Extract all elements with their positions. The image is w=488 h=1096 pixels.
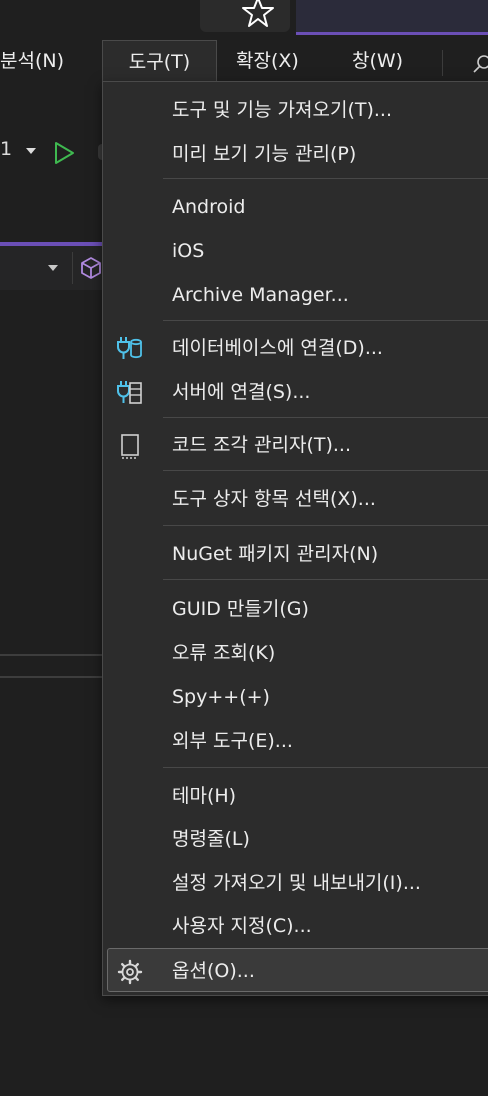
menu-item-code-snippets-manager[interactable]: 코드 조각 관리자(T)... <box>103 423 488 467</box>
menu-extensions[interactable]: 확장(X) <box>236 40 299 82</box>
menu-separator <box>163 320 488 321</box>
menu-item-label: 서버에 연결(S)... <box>172 381 311 403</box>
menu-bar: 분석(N) 도구(T) 확장(X) 창(W) <box>0 40 488 82</box>
menu-item-spy[interactable]: Spy++(+) <box>103 675 488 719</box>
tools-dropdown-menu: 도구 및 기능 가져오기(T)... 미리 보기 기능 관리(P) Androi… <box>102 81 488 996</box>
menu-item-label: 설정 가져오기 및 내보내기(I)... <box>172 872 421 894</box>
menu-analyze[interactable]: 분석(N) <box>0 40 64 82</box>
menu-item-connect-database[interactable]: 데이터베이스에 연결(D)... <box>103 326 488 370</box>
menu-item-label: 명령줄(L) <box>172 828 250 850</box>
menu-item-ios[interactable]: iOS <box>103 229 488 273</box>
menu-window[interactable]: 창(W) <box>352 40 403 82</box>
menu-item-label: 데이터베이스에 연결(D)... <box>172 337 383 359</box>
menu-item-command-line[interactable]: 명령줄(L) <box>103 817 488 861</box>
panel-divider <box>0 676 104 678</box>
menu-item-error-lookup[interactable]: 오류 조회(K) <box>103 631 488 675</box>
accent-line <box>296 32 488 35</box>
chevron-down-icon[interactable] <box>24 146 38 156</box>
menu-item-label: NuGet 패키지 관리자(N) <box>172 543 379 565</box>
menu-item-import-export-settings[interactable]: 설정 가져오기 및 내보내기(I)... <box>103 861 488 905</box>
menu-separator <box>163 525 488 526</box>
menu-separator <box>163 470 488 471</box>
menu-item-label: Spy++(+) <box>172 686 270 708</box>
menu-separator <box>163 417 488 418</box>
panel-divider <box>0 654 104 656</box>
menu-item-label: 도구 상자 항목 선택(X)... <box>172 488 376 510</box>
server-connect-icon <box>117 381 142 404</box>
editor-area[interactable] <box>0 290 104 650</box>
menu-separator <box>163 178 488 179</box>
menu-item-label: 코드 조각 관리자(T)... <box>172 434 351 456</box>
menu-item-label: 테마(H) <box>172 785 237 807</box>
menu-item-label: 미리 보기 기능 관리(P) <box>172 143 357 165</box>
menu-item-label: iOS <box>172 240 205 262</box>
menu-item-external-tools[interactable]: 외부 도구(E)... <box>103 719 488 763</box>
cube-icon <box>81 257 101 279</box>
chevron-down-icon[interactable] <box>46 263 60 273</box>
menu-item-get-tools-features[interactable]: 도구 및 기능 가져오기(T)... <box>103 88 488 132</box>
star-icon[interactable] <box>240 0 276 30</box>
gear-icon <box>117 959 143 985</box>
menu-item-label: 도구 및 기능 가져오기(T)... <box>172 99 392 121</box>
menu-item-label: 외부 도구(E)... <box>172 730 293 752</box>
menu-item-label: 옵션(O)... <box>172 960 255 982</box>
code-snippet-icon <box>121 434 139 459</box>
navigation-divider <box>72 252 73 284</box>
database-connect-icon <box>117 337 142 359</box>
menu-item-nuget-package-manager[interactable]: NuGet 패키지 관리자(N) <box>103 532 488 576</box>
menu-item-connect-server[interactable]: 서버에 연결(S)... <box>103 370 488 414</box>
menu-item-android[interactable]: Android <box>103 185 488 229</box>
menu-item-label: GUID 만들기(G) <box>172 598 309 620</box>
menu-item-label: Android <box>172 196 246 218</box>
menu-item-customize[interactable]: 사용자 지정(C)... <box>103 904 488 948</box>
menu-item-label: 오류 조회(K) <box>172 642 276 664</box>
menu-item-options[interactable]: 옵션(O)... <box>107 948 488 992</box>
menu-separator <box>163 579 488 580</box>
menu-item-manage-preview-features[interactable]: 미리 보기 기능 관리(P) <box>103 132 488 176</box>
menu-separator <box>163 767 488 768</box>
solution-config-value[interactable]: 1 <box>0 138 12 160</box>
menu-item-archive-manager[interactable]: Archive Manager... <box>103 273 488 317</box>
menu-item-choose-toolbox-items[interactable]: 도구 상자 항목 선택(X)... <box>103 477 488 521</box>
menubar-divider <box>442 50 443 76</box>
run-icon[interactable] <box>52 140 76 166</box>
search-icon[interactable] <box>472 54 488 74</box>
title-bar-right <box>296 0 488 32</box>
menu-tools[interactable]: 도구(T) <box>102 40 217 82</box>
menu-item-theme[interactable]: 테마(H) <box>103 774 488 818</box>
menu-item-create-guid[interactable]: GUID 만들기(G) <box>103 587 488 631</box>
menu-item-label: Archive Manager... <box>172 284 349 306</box>
menu-item-label: 사용자 지정(C)... <box>172 915 312 937</box>
